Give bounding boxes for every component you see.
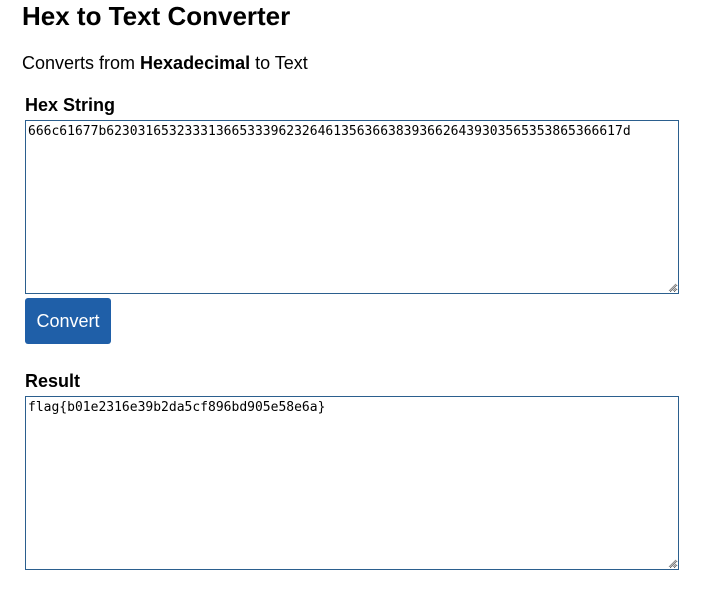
convert-button[interactable]: Convert (25, 298, 111, 344)
hex-string-input[interactable]: 666c61677b623031653233313665333962326461… (25, 120, 679, 294)
page-title: Hex to Text Converter (22, 1, 291, 31)
hex-string-label: Hex String (25, 95, 116, 115)
page-subtitle: Converts from Hexadecimal to Text (22, 52, 308, 74)
subtitle-bold: Hexadecimal (140, 53, 251, 73)
subtitle-prefix: Converts from (22, 53, 141, 73)
subtitle-suffix: to Text (250, 53, 308, 73)
result-output[interactable]: flag{b01e2316e39b2da5cf896bd905e58e6a} (25, 396, 679, 570)
result-label: Result (25, 371, 81, 391)
